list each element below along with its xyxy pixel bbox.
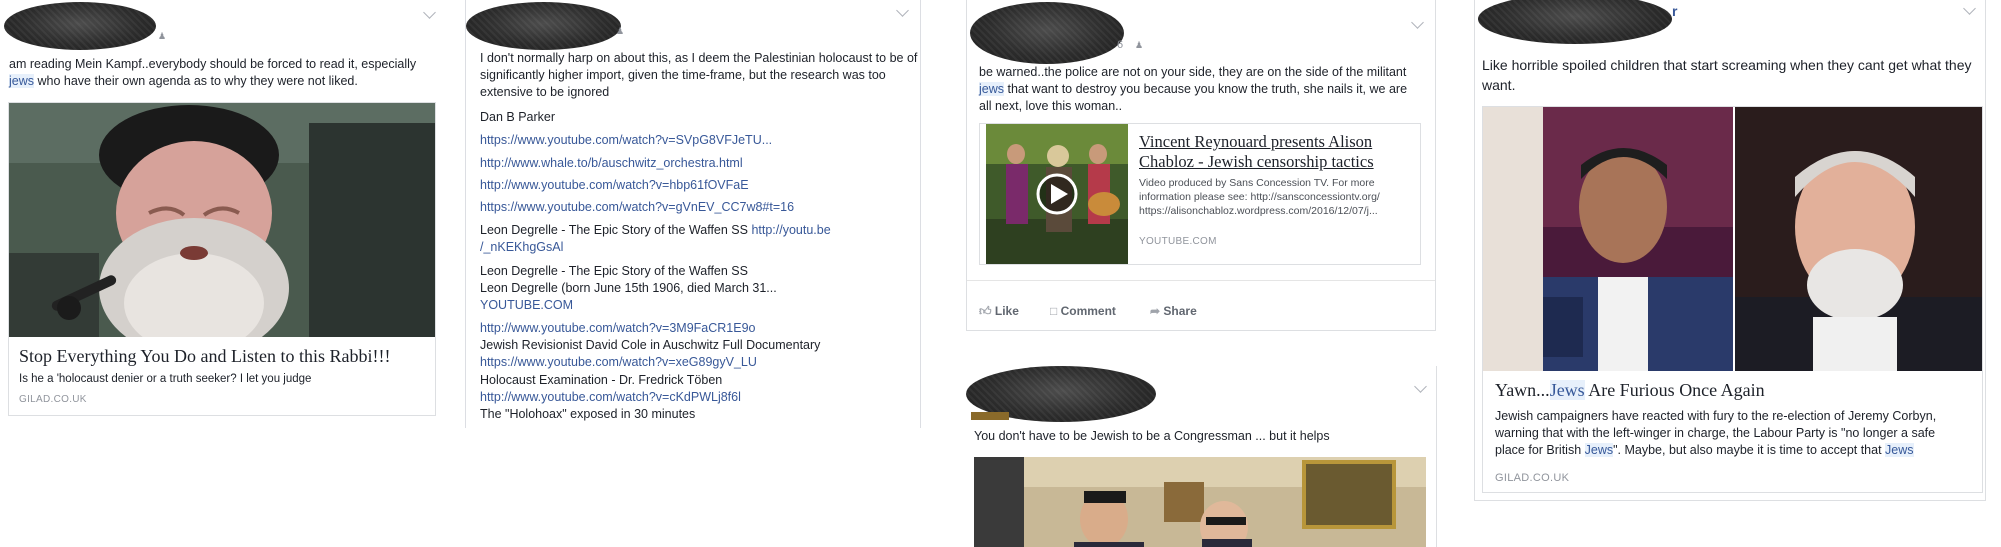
share-icon: ➦ [1150,304,1161,318]
rabbi-image [9,103,435,337]
post-5: r Like horrible spoiled children that st… [1474,0,1986,501]
post-link[interactable]: http://www.youtube.com/watch?v=cKdPWLj8f… [480,389,741,406]
post-text: be warned..the police are not on your si… [979,65,1408,113]
post-image[interactable] [974,457,1426,547]
card-title[interactable]: Yawn...Jews Are Furious Once Again [1495,379,1975,401]
audience-icon[interactable]: ♟ [158,30,167,41]
post-text: I don't normally harp on about this, as … [480,51,918,99]
chevron-down-icon[interactable] [1963,2,1976,15]
post-link[interactable]: /_nKEKhgGsAl [480,239,563,256]
congress-photo [974,457,1426,547]
post-line: Dan B Parker [480,110,556,124]
chevron-down-icon[interactable] [1411,16,1424,29]
post-link[interactable]: http://youtu.be [751,223,830,237]
author-name-tail[interactable]: r [1672,2,1677,21]
redacted-profile [1478,0,1672,44]
redacted-profile [466,2,621,50]
card-description: Video produced by Sans Concession TV. Fo… [1139,177,1380,217]
post-actions: 👍︎ Like □ Comment ➦ Share [967,280,1435,321]
post-text: You don't have to be Jewish to be a Cong… [974,429,1330,443]
post-text: Like horrible spoiled children that star… [1482,57,1972,93]
highlight-term: jews [979,82,1005,96]
audience-icon[interactable]: ♟ [1135,39,1144,50]
post-line: Holocaust Examination - Dr. Fredrick Töb… [480,373,723,387]
share-button[interactable]: ➦ Share [1150,303,1197,319]
profile-edge [971,412,1009,420]
card-source: YOUTUBE.COM [1139,236,1217,247]
post-1: ♟ am reading Mein Kampf..everybody shoul… [0,0,440,420]
audience-icon[interactable]: ♟ [616,25,625,36]
like-button[interactable]: 👍︎ Like [979,303,1019,319]
post-line: Jewish Revisionist David Cole in Auschwi… [480,338,821,352]
chevron-down-icon[interactable] [896,4,909,17]
card-source: GILAD.CO.UK [19,394,87,405]
link-preview-card[interactable]: Yawn...Jews Are Furious Once Again Jewis… [1482,106,1983,493]
comment-icon: □ [1050,304,1058,318]
highlight-term: jews [9,74,35,88]
link-title: Leon Degrelle - The Epic Story of the Wa… [480,264,748,278]
redacted-profile [970,2,1124,64]
singers-image [986,124,1128,264]
card-title[interactable]: Vincent Reynouard presents Alison Chablo… [1139,132,1411,172]
highlight-term: Jews [1549,380,1585,400]
highlight-term: Jews [1584,443,1614,457]
video-thumbnail[interactable] [986,124,1128,264]
video-thumbnail[interactable] [9,103,435,337]
link-preview-card[interactable]: Stop Everything You Do and Listen to thi… [8,102,436,416]
card-description: Jewish campaigners have reacted with fur… [1495,409,1937,457]
post-link[interactable]: https://www.youtube.com/watch?v=xeG89gyV… [480,354,757,371]
column-divider [920,0,921,428]
link-source[interactable]: YOUTUBE.COM [480,297,573,314]
post-link[interactable]: https://www.youtube.com/watch?v=SVpG8VFJ… [480,132,772,149]
chevron-down-icon[interactable] [1414,380,1427,393]
post-link[interactable]: http://www.whale.to/b/auschwitz_orchestr… [480,155,743,172]
comment-button[interactable]: □ Comment [1050,303,1116,319]
chevron-down-icon[interactable] [423,6,436,19]
post-line: Leon Degrelle - The Epic Story of the Wa… [480,223,831,237]
post-3: 6 ♟ be warned..the police are not on you… [966,0,1436,331]
post-link[interactable]: http://www.youtube.com/watch?v=hbp61fOVF… [480,177,749,194]
post-2: ♟ I don't normally harp on about this, a… [466,0,921,430]
link-preview-card[interactable]: Vincent Reynouard presents Alison Chablo… [979,123,1421,265]
post-link[interactable]: https://www.youtube.com/watch?v=gVnEV_CC… [480,199,794,216]
thumbs-up-icon: 👍︎ [979,304,992,318]
redacted-profile [4,2,156,50]
card-title[interactable]: Stop Everything You Do and Listen to thi… [19,345,429,367]
card-source: GILAD.CO.UK [1495,472,1570,484]
post-link[interactable]: http://www.youtube.com/watch?v=3M9FaCR1E… [480,320,755,337]
article-image[interactable] [1483,107,1982,371]
post-meta: 6 [1117,39,1124,51]
highlight-term: Jews [1885,443,1914,457]
card-description: Is he a 'holocaust denier or a truth see… [19,373,312,385]
post-text: am reading Mein Kampf..everybody should … [9,57,417,88]
politicians-image [1483,107,1982,371]
link-subtitle: Leon Degrelle (born June 15th 1906, died… [480,281,777,295]
post-line: The "Holohoax" exposed in 30 minutes [480,407,696,421]
post-4: You don't have to be Jewish to be a Cong… [966,366,1437,547]
